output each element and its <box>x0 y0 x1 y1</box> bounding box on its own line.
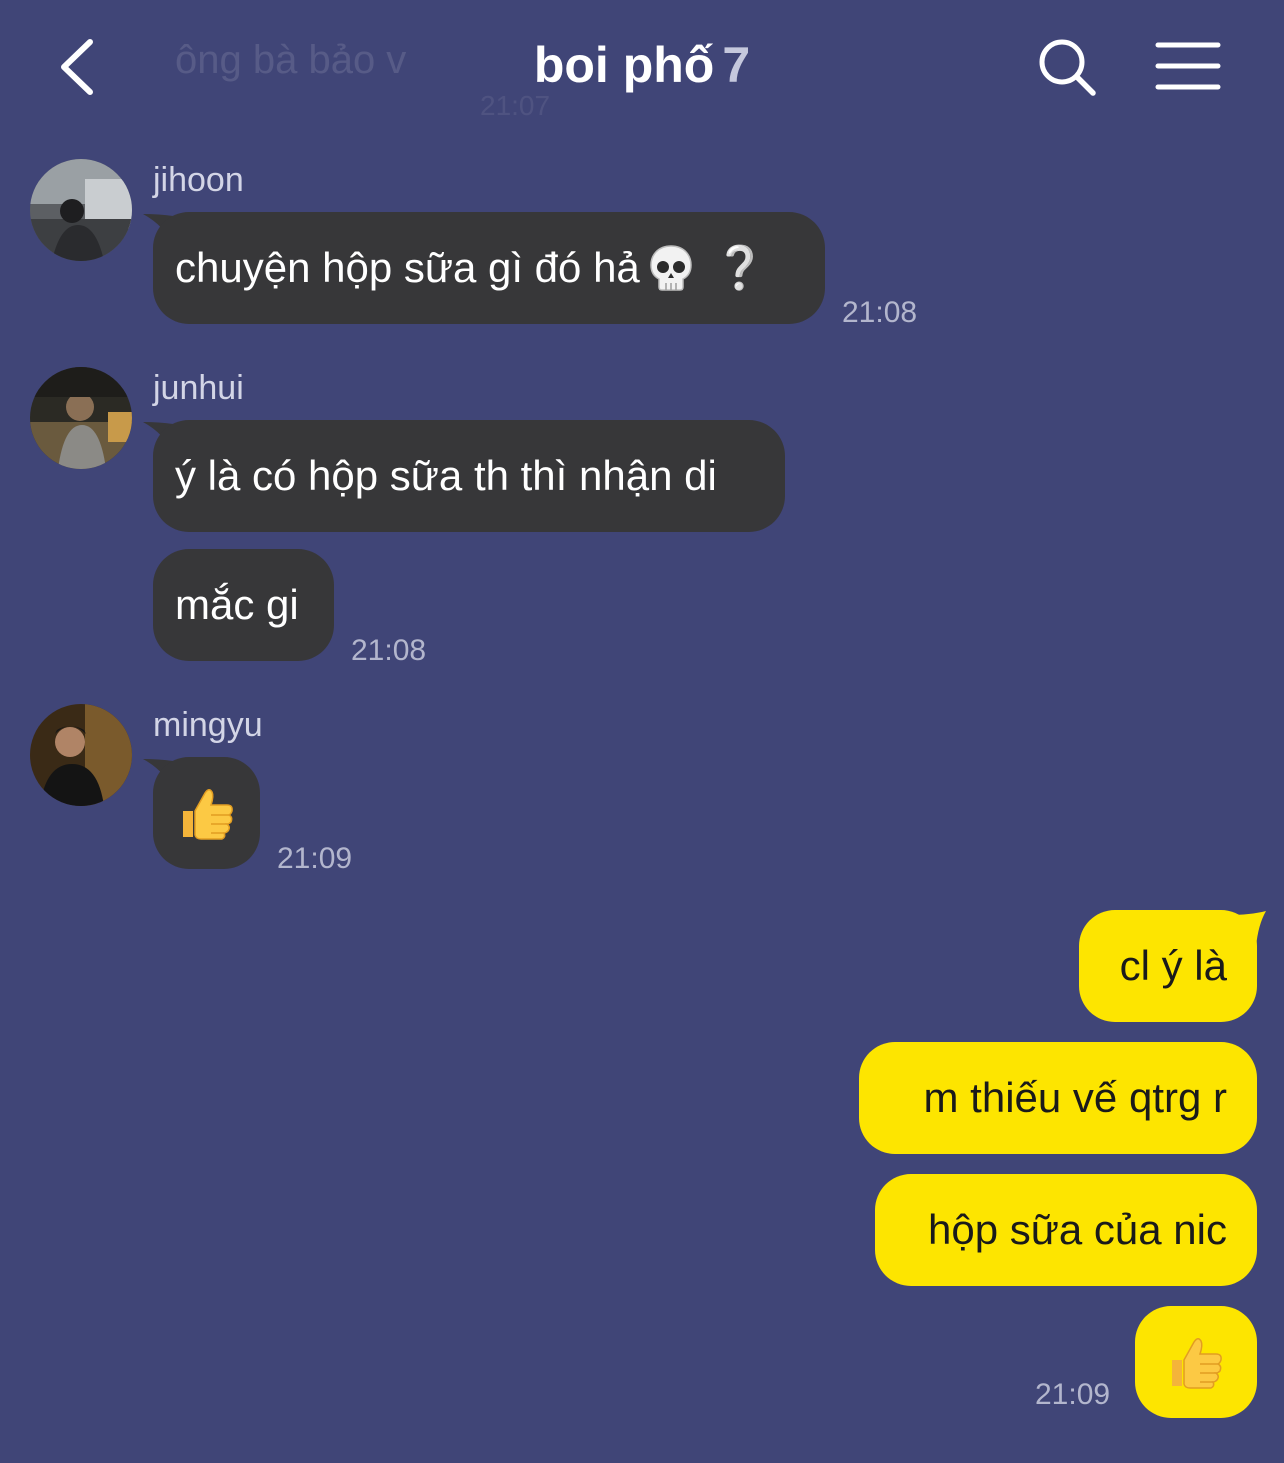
message-text: ý là có hộp sữa th thì nhận di <box>175 452 717 499</box>
sender-name: jihoon <box>153 161 244 199</box>
message-bubble[interactable]: hộp sữa của nic <box>875 1174 1257 1286</box>
search-button[interactable] <box>1035 35 1099 99</box>
message-bubble[interactable] <box>153 757 260 869</box>
skull-emoji-icon <box>650 245 692 291</box>
sender-name: mingyu <box>153 706 263 744</box>
message-timestamp: 21:08 <box>351 634 427 667</box>
message-text: chuyện hộp sữa gì đó hả <box>175 244 640 291</box>
previous-message-time: 21:07 <box>480 90 551 121</box>
avatar-jihoon[interactable] <box>30 159 132 261</box>
chat-title-text: boi phố <box>533 37 715 93</box>
message-text: m thiếu vế qtrg r <box>923 1074 1227 1121</box>
message-bubble[interactable] <box>1135 1306 1257 1418</box>
menu-button[interactable] <box>1155 40 1221 92</box>
avatar-image <box>30 704 132 806</box>
member-count: 7 <box>722 37 751 93</box>
sender-name: junhui <box>153 369 244 407</box>
avatar-image <box>30 159 132 261</box>
message-timestamp: 21:09 <box>277 842 353 875</box>
hamburger-menu-icon <box>1155 42 1221 90</box>
message-text: cl ý là <box>1119 942 1227 989</box>
thumbs-up-emoji-icon <box>182 789 233 840</box>
message-bubble[interactable]: chuyện hộp sữa gì đó hả ❔ <box>153 212 825 324</box>
message-timestamp: 21:09 <box>1035 1378 1111 1411</box>
avatar-junhui[interactable] <box>30 367 132 469</box>
message-bubble[interactable]: mắc gi <box>153 549 334 661</box>
message-bubble[interactable]: m thiếu vế qtrg r <box>859 1042 1257 1154</box>
message-bubble[interactable]: cl ý là <box>1079 910 1257 1022</box>
message-text: hộp sữa của nic <box>928 1206 1227 1253</box>
search-icon <box>1039 39 1096 96</box>
avatar-mingyu[interactable] <box>30 704 132 806</box>
message-bubble[interactable]: ý là có hộp sữa th thì nhận di <box>153 420 785 532</box>
message-text: mắc gi <box>175 581 299 628</box>
avatar-image <box>30 367 132 469</box>
question-mark-emoji: ❔ <box>713 243 767 291</box>
chat-header: ông bà bảo v 21:07 boi phố 7 <box>0 0 1284 140</box>
message-timestamp: 21:08 <box>842 296 918 329</box>
thumbs-up-emoji-icon <box>1172 1338 1222 1389</box>
